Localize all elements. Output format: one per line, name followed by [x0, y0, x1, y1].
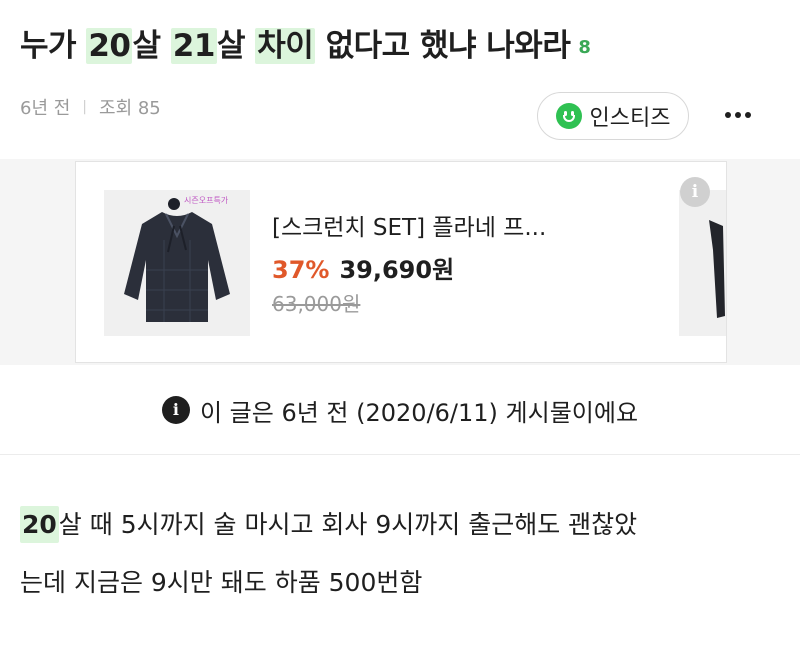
comment-count[interactable]: 8	[578, 37, 591, 58]
product-name[interactable]: [스크런치 SET] 플라네 프...	[272, 208, 546, 242]
title-part: 살	[216, 28, 256, 64]
garment-icon	[679, 190, 726, 336]
dot-icon	[735, 112, 741, 118]
more-options-button[interactable]	[720, 100, 756, 130]
post-body: 20살 때 5시까지 술 마시고 회사 9시까지 출근해도 괜찮았 는데 지금은…	[20, 496, 790, 612]
blouse-icon	[104, 190, 250, 336]
board-name: 인스티즈	[589, 106, 671, 131]
meta-separator: |	[82, 99, 88, 115]
title-part: 없다고 했냐 나와라	[315, 28, 571, 64]
info-icon: i	[161, 396, 190, 424]
post-meta: 6년 전 | 조회 85	[20, 94, 161, 120]
dot-icon	[745, 112, 751, 118]
discount-rate: 37%	[272, 256, 330, 284]
title-highlight: 21	[170, 28, 217, 64]
board-button[interactable]: 인스티즈	[537, 92, 689, 140]
price-row: 37% 39,690원	[272, 250, 454, 285]
body-highlight: 20	[20, 506, 59, 543]
body-text-segment: 살 때 5시까지 술 마시고 회사 9시까지 출근해도 괜찮았	[58, 510, 638, 539]
next-product-image[interactable]	[679, 190, 726, 336]
post-age-notice: i 이 글은 6년 전 (2020/6/11) 게시물이에요	[0, 366, 800, 454]
title-part: 살	[132, 28, 171, 64]
original-price: 63,000원	[272, 292, 361, 316]
sale-price: 39,690원	[339, 256, 455, 284]
title-part: 누가	[20, 28, 87, 64]
dot-icon	[725, 112, 731, 118]
product-image-tag: 시즌오프특가	[184, 196, 229, 205]
post-title: 누가 20살 21살 차이 없다고 했냐 나와라 8	[20, 18, 591, 74]
ad-card[interactable]: 시즌오프특가 [스크런치 SET] 플라네 프... 37% 39,690원 63…	[75, 161, 727, 363]
divider	[0, 454, 800, 455]
title-highlight: 20	[86, 28, 133, 64]
product-image[interactable]: 시즌오프특가	[104, 190, 250, 336]
smile-icon	[555, 103, 582, 129]
post-time: 6년 전	[20, 98, 71, 119]
view-count: 조회 85	[99, 98, 161, 119]
notice-text: 이 글은 6년 전 (2020/6/11) 게시물이에요	[199, 398, 639, 427]
body-line: 는데 지금은 9시만 돼도 하품 500번함	[20, 568, 423, 597]
title-highlight: 차이	[255, 28, 316, 64]
ad-info-icon[interactable]: i	[680, 177, 710, 207]
body-line: 20살 때 5시까지 술 마시고 회사 9시까지 출근해도 괜찮았	[20, 496, 790, 554]
